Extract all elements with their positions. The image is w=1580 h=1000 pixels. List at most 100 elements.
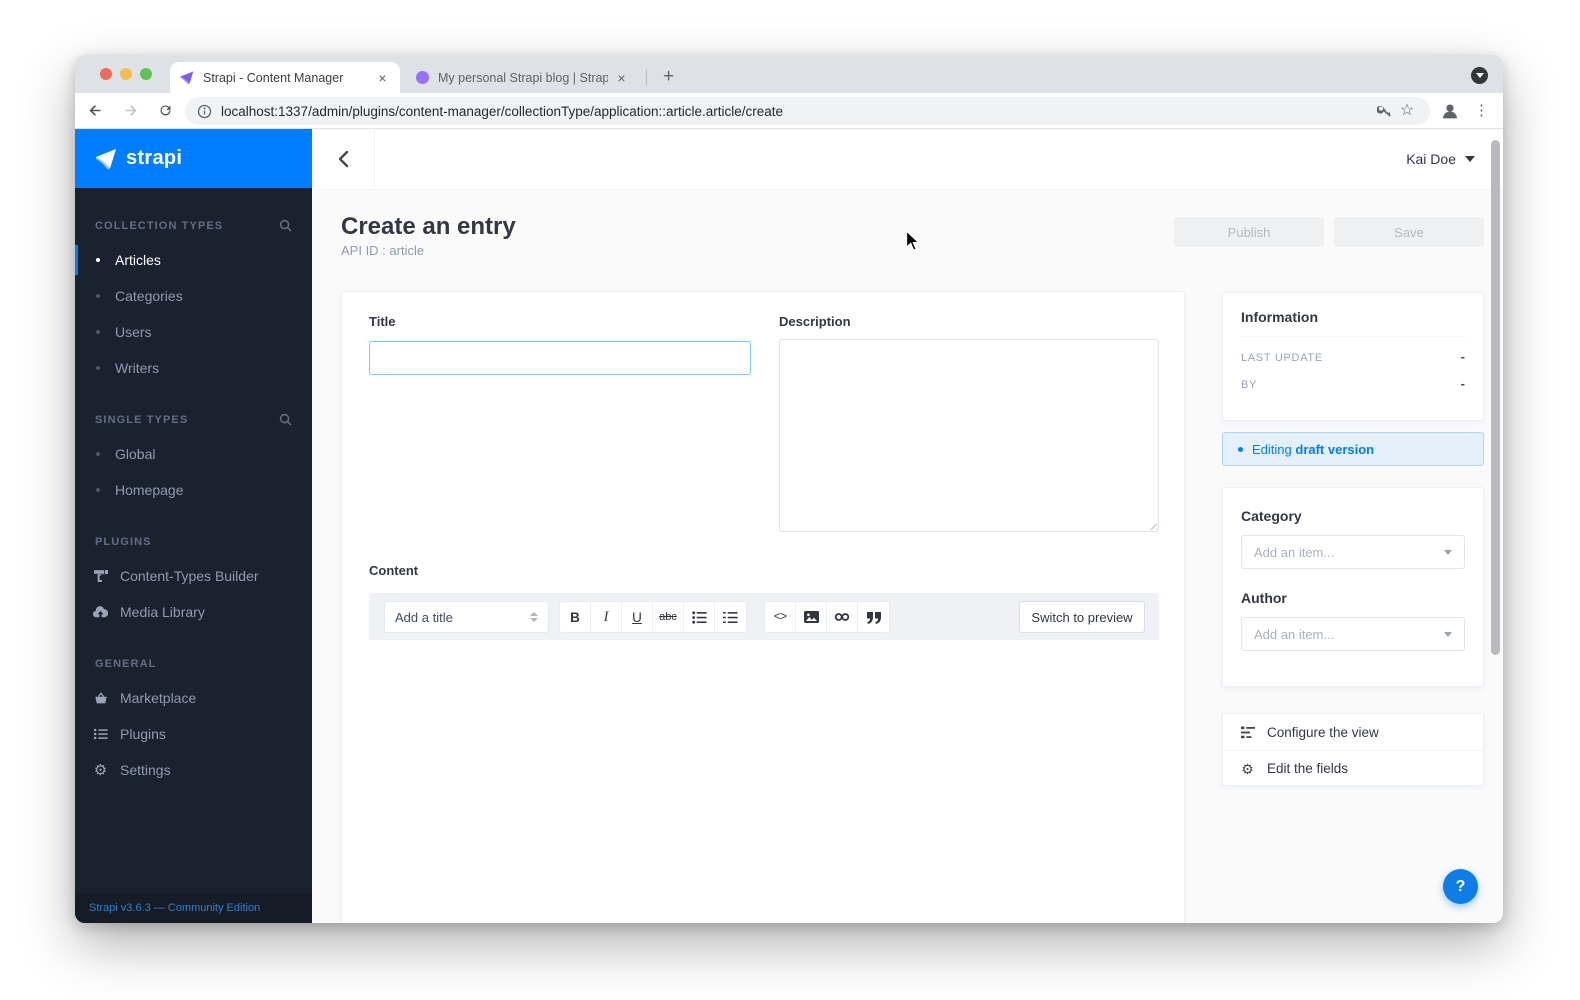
strikethrough-button[interactable]: abc bbox=[653, 602, 684, 632]
chevron-down-icon bbox=[1444, 631, 1452, 637]
window-controls bbox=[100, 68, 152, 80]
author-select[interactable]: Add an item... bbox=[1241, 617, 1465, 651]
relations-card: Category Add an item... Author Add an it… bbox=[1222, 487, 1484, 687]
sidebar-section-collection-types: COLLECTION TYPES Articles Categories Use… bbox=[75, 209, 312, 386]
chevron-down-icon bbox=[1475, 73, 1484, 78]
user-menu[interactable]: Kai Doe bbox=[1406, 151, 1475, 167]
main-content: Kai Doe Create an entry API ID : article… bbox=[312, 129, 1503, 923]
minimize-window-button[interactable] bbox=[120, 68, 132, 80]
sidebar-item-writers[interactable]: Writers bbox=[75, 350, 312, 386]
user-name: Kai Doe bbox=[1406, 151, 1456, 167]
help-button[interactable]: ? bbox=[1443, 869, 1478, 904]
list-icon bbox=[92, 728, 109, 740]
sidebar-item-marketplace[interactable]: Marketplace bbox=[75, 680, 312, 716]
publish-button[interactable]: Publish bbox=[1174, 217, 1324, 247]
tab-divider bbox=[646, 70, 647, 86]
sliders-icon bbox=[1240, 726, 1255, 739]
browser-menu-icon[interactable]: ⋮ bbox=[1474, 101, 1489, 119]
link-button[interactable] bbox=[827, 602, 858, 632]
close-tab-icon[interactable]: × bbox=[374, 69, 391, 86]
section-title: COLLECTION TYPES bbox=[95, 219, 224, 232]
site-info-icon[interactable] bbox=[197, 104, 212, 119]
sidebar-item-plugins[interactable]: Plugins bbox=[75, 716, 312, 752]
browser-profile-avatar[interactable] bbox=[1437, 98, 1463, 124]
sidebar-item-content-types-builder[interactable]: Content-Types Builder bbox=[75, 558, 312, 594]
bookmark-star-icon[interactable]: ☆ bbox=[1396, 103, 1418, 119]
browser-window: Strapi - Content Manager × My personal S… bbox=[75, 55, 1503, 923]
underline-button[interactable]: U bbox=[622, 602, 653, 632]
wysiwyg-editor-area[interactable] bbox=[369, 640, 1159, 923]
tab-title: Strapi - Content Manager bbox=[203, 70, 344, 85]
search-icon[interactable] bbox=[279, 413, 292, 426]
reload-button[interactable] bbox=[150, 96, 180, 126]
strapi-logo[interactable]: strapi bbox=[75, 129, 312, 188]
page-title: Create an entry bbox=[341, 213, 516, 240]
link-icon bbox=[834, 613, 850, 621]
bold-button[interactable]: B bbox=[560, 602, 591, 632]
section-title: PLUGINS bbox=[95, 535, 152, 548]
edit-fields-link[interactable]: ⚙ Edit the fields bbox=[1223, 750, 1483, 786]
category-label: Category bbox=[1241, 508, 1302, 524]
bullet-list-button[interactable] bbox=[684, 602, 715, 632]
italic-button[interactable]: I bbox=[591, 602, 622, 632]
sidebar-item-homepage[interactable]: Homepage bbox=[75, 472, 312, 508]
close-window-button[interactable] bbox=[100, 68, 112, 80]
view-links-card: Configure the view ⚙ Edit the fields bbox=[1222, 713, 1484, 786]
image-button[interactable] bbox=[796, 602, 827, 632]
sidebar-item-label: Articles bbox=[115, 252, 161, 268]
author-placeholder: Add an item... bbox=[1254, 626, 1335, 642]
title-input[interactable] bbox=[369, 341, 751, 375]
sidebar-section-general: GENERAL Marketplace Plugins ⚙ Settings bbox=[75, 647, 312, 788]
strapi-version-footer[interactable]: Strapi v3.6.3 — Community Edition bbox=[75, 893, 312, 923]
strapi-logo-text: strapi bbox=[126, 147, 183, 169]
heading-select[interactable]: Add a title bbox=[384, 601, 549, 633]
section-title: SINGLE TYPES bbox=[95, 413, 189, 426]
zoom-window-button[interactable] bbox=[140, 68, 152, 80]
description-textarea[interactable] bbox=[779, 339, 1159, 532]
code-button[interactable]: <> bbox=[765, 602, 796, 632]
sidebar-item-users[interactable]: Users bbox=[75, 314, 312, 350]
configure-view-label: Configure the view bbox=[1267, 724, 1379, 740]
back-button[interactable] bbox=[80, 96, 110, 126]
sidebar-item-settings[interactable]: ⚙ Settings bbox=[75, 752, 312, 788]
bullet-icon bbox=[96, 330, 100, 334]
switch-to-preview-button[interactable]: Switch to preview bbox=[1019, 601, 1145, 633]
sidebar-item-categories[interactable]: Categories bbox=[75, 278, 312, 314]
tab-personal-blog[interactable]: My personal Strapi blog | Strap × bbox=[407, 62, 639, 93]
vertical-scrollbar[interactable] bbox=[1491, 140, 1500, 655]
configure-view-link[interactable]: Configure the view bbox=[1223, 714, 1483, 750]
strapi-favicon-icon bbox=[180, 71, 194, 85]
browser-toolbar: localhost:1337/admin/plugins/content-man… bbox=[75, 93, 1503, 129]
new-tab-button[interactable]: + bbox=[656, 64, 681, 89]
bullet-icon bbox=[96, 294, 100, 298]
sidebar-item-label: Plugins bbox=[120, 726, 166, 742]
sidebar-item-label: Users bbox=[115, 324, 152, 340]
insert-button-group: <> bbox=[764, 601, 890, 633]
blog-favicon-icon bbox=[416, 71, 429, 84]
search-icon[interactable] bbox=[279, 219, 292, 232]
sidebar-item-articles[interactable]: Articles bbox=[75, 242, 312, 278]
gear-icon: ⚙ bbox=[93, 761, 108, 779]
gear-icon: ⚙ bbox=[1241, 760, 1254, 777]
image-icon bbox=[803, 611, 819, 623]
sidebar-item-media-library[interactable]: Media Library bbox=[75, 594, 312, 630]
chevron-down-icon bbox=[1465, 156, 1475, 162]
category-select[interactable]: Add an item... bbox=[1241, 535, 1465, 569]
category-placeholder: Add an item... bbox=[1254, 544, 1335, 560]
tab-title: My personal Strapi blog | Strap bbox=[438, 70, 608, 85]
tab-search-button[interactable] bbox=[1471, 67, 1488, 84]
close-tab-icon[interactable]: × bbox=[613, 69, 630, 86]
strapi-logo-icon bbox=[96, 149, 116, 170]
ordered-list-button[interactable] bbox=[715, 602, 746, 632]
save-button[interactable]: Save bbox=[1334, 217, 1484, 247]
password-key-icon[interactable] bbox=[1374, 103, 1396, 120]
address-bar[interactable]: localhost:1337/admin/plugins/content-man… bbox=[185, 97, 1430, 125]
sidebar-item-label: Content-Types Builder bbox=[120, 568, 259, 584]
tab-strapi-content-manager[interactable]: Strapi - Content Manager × bbox=[170, 62, 400, 93]
forward-button[interactable] bbox=[115, 96, 145, 126]
sidebar-item-global[interactable]: Global bbox=[75, 436, 312, 472]
draft-banner-text: Editing draft version bbox=[1252, 441, 1375, 457]
blockquote-button[interactable] bbox=[858, 602, 889, 632]
back-navigation-button[interactable] bbox=[312, 129, 375, 189]
last-update-label: LAST UPDATE bbox=[1241, 352, 1323, 364]
